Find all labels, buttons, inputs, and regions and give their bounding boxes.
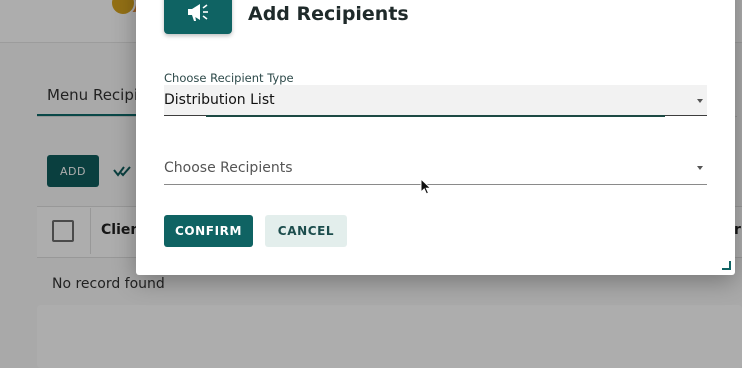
resize-handle-icon[interactable] <box>722 261 731 270</box>
chevron-down-icon <box>697 99 703 103</box>
recipient-type-value: Distribution List <box>164 92 275 108</box>
add-recipients-dialog: Add Recipients Choose Recipient Type Dis… <box>136 0 735 275</box>
recipient-type-label: Choose Recipient Type <box>164 71 294 85</box>
dialog-title: Add Recipients <box>248 3 409 25</box>
confirm-button[interactable]: CONFIRM <box>164 215 253 247</box>
chevron-down-icon <box>697 166 703 170</box>
cancel-button[interactable]: CANCEL <box>265 215 347 247</box>
dialog-icon-badge <box>164 0 232 34</box>
recipients-placeholder: Choose Recipients <box>164 160 293 176</box>
recipient-type-select[interactable]: Distribution List <box>164 85 707 117</box>
mouse-cursor-icon <box>420 178 432 195</box>
megaphone-icon <box>188 4 208 21</box>
recipients-select[interactable]: Choose Recipients <box>164 152 707 185</box>
focus-underline <box>206 115 665 117</box>
